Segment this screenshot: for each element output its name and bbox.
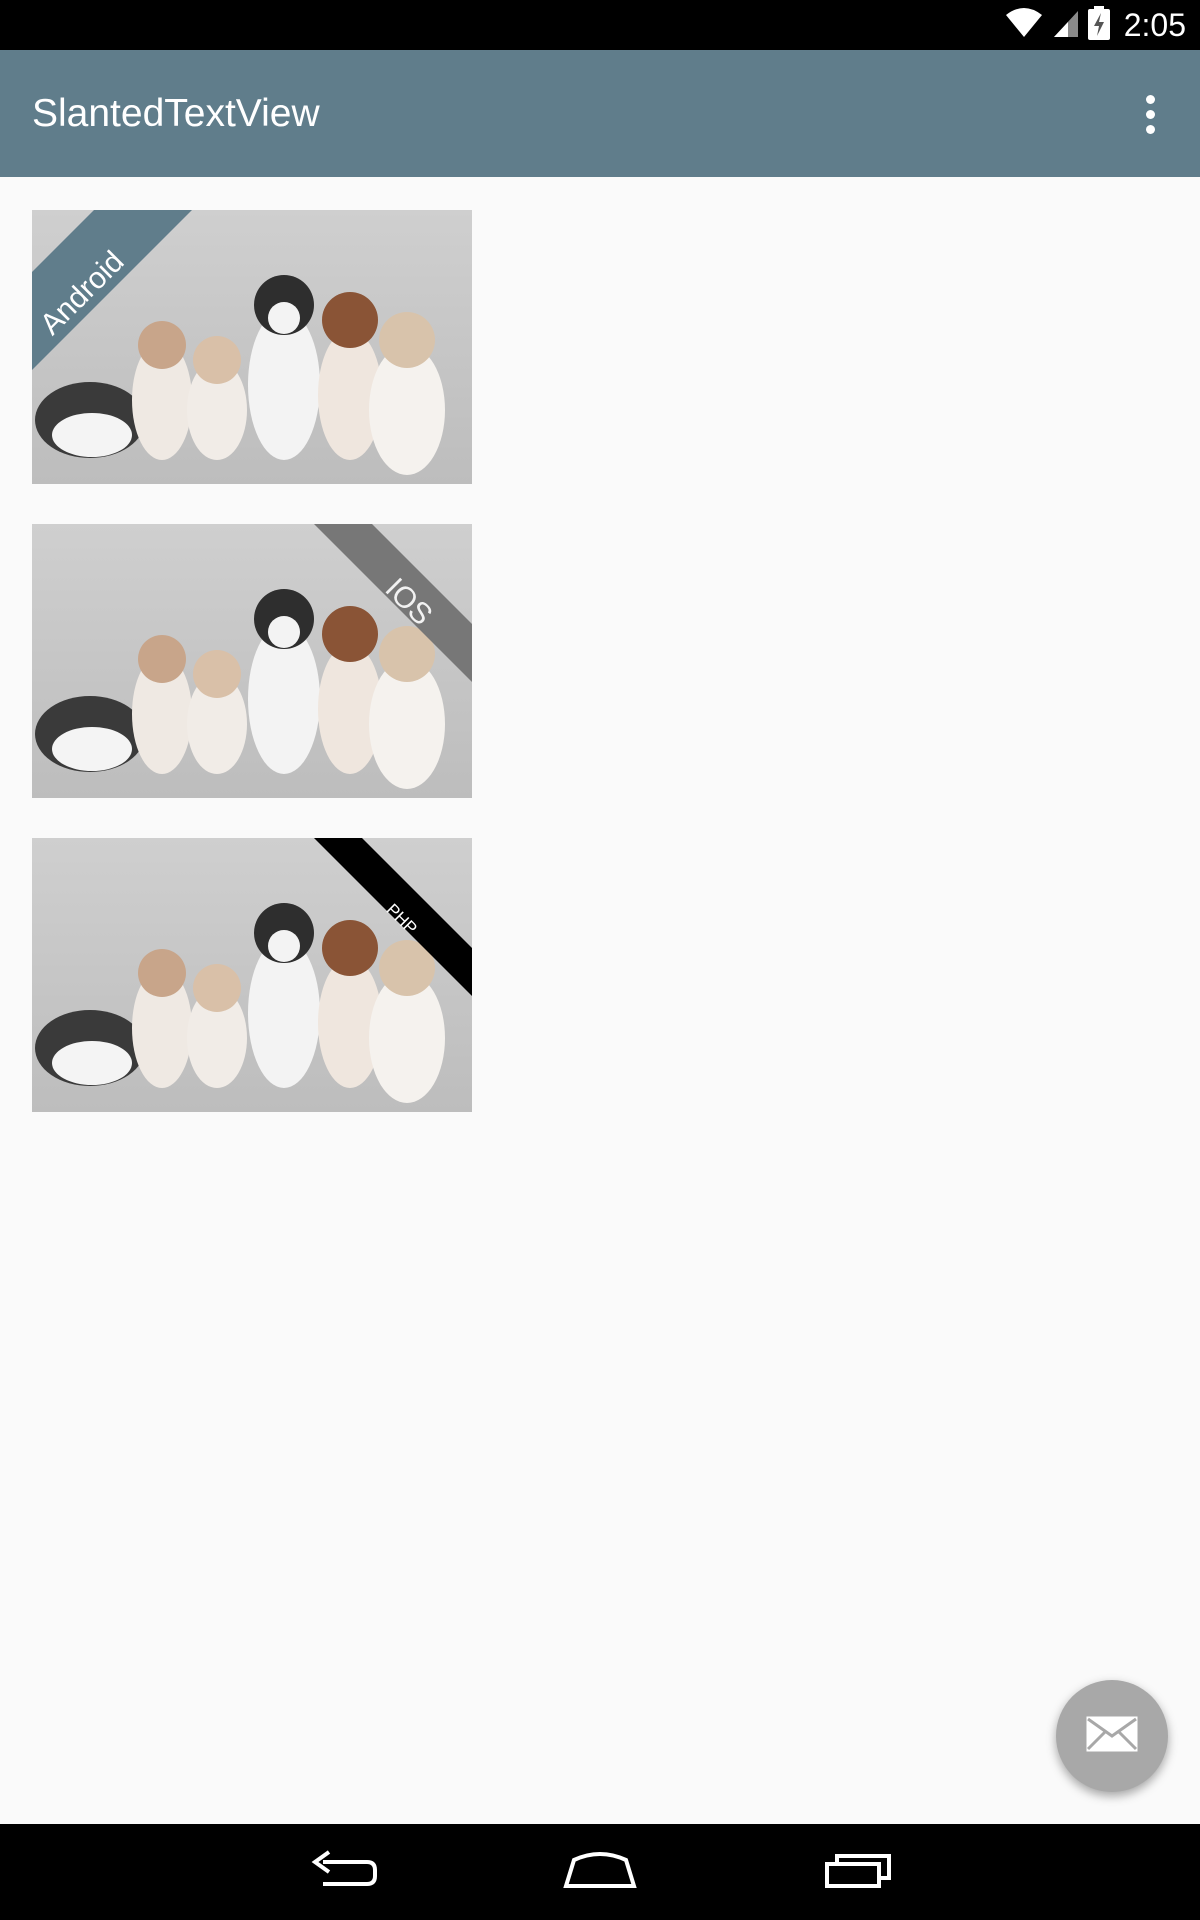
app-title: SlantedTextView [32, 92, 320, 135]
recent-apps-icon [823, 1850, 893, 1895]
battery-charging-icon [1087, 5, 1110, 45]
husky-puppies-photo [32, 210, 472, 484]
husky-puppies-photo [32, 524, 472, 798]
home-icon [562, 1850, 638, 1895]
status-bar: 2:05 [0, 0, 1200, 50]
home-button[interactable] [552, 1838, 648, 1906]
status-time: 2:05 [1123, 6, 1186, 43]
mail-icon [1086, 1716, 1138, 1757]
back-button[interactable] [296, 1838, 392, 1906]
slanted-image-card-php: PHP [32, 838, 472, 1112]
navigation-bar [0, 1824, 1200, 1920]
recent-apps-button[interactable] [810, 1838, 906, 1906]
screen: 2:05 SlantedTextView Android IOS PHP [0, 0, 1200, 1920]
husky-puppies-photo [32, 838, 472, 1112]
status-icons: 2:05 [1004, 0, 1186, 50]
app-bar: SlantedTextView [0, 50, 1200, 177]
cell-signal-icon [1052, 7, 1080, 44]
slanted-image-card-ios: IOS [32, 524, 472, 798]
wifi-icon [1004, 7, 1044, 44]
menu-dot [1145, 94, 1155, 104]
menu-dot [1145, 109, 1155, 119]
menu-dot [1145, 124, 1155, 134]
overflow-menu-icon[interactable] [1122, 86, 1178, 142]
back-icon [309, 1849, 379, 1895]
mail-fab-button[interactable] [1056, 1680, 1168, 1792]
slanted-image-card-android: Android [32, 210, 472, 484]
